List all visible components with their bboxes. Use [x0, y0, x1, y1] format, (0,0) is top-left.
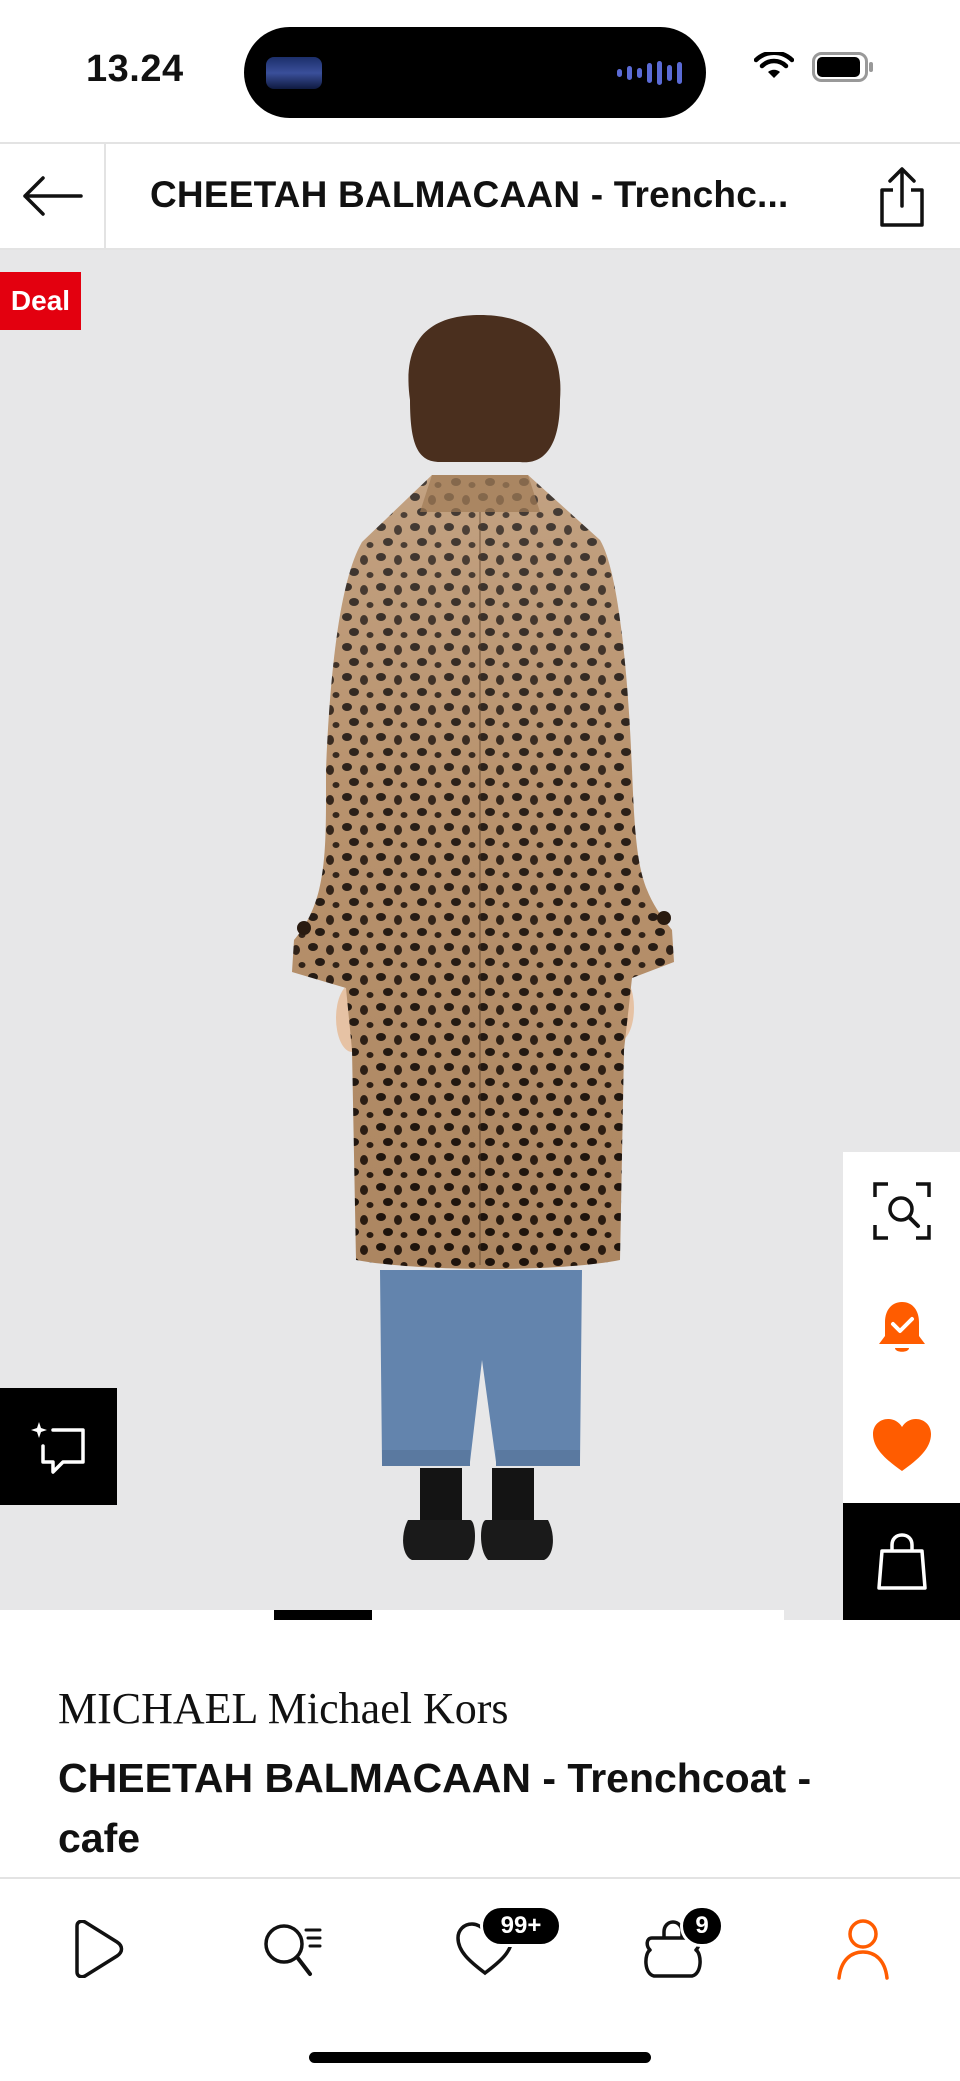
compare-icon: [30, 1421, 85, 1474]
price-alert-icon: [878, 1301, 925, 1352]
wishlist-button[interactable]: [843, 1386, 960, 1503]
price-alert-button[interactable]: [843, 1269, 960, 1386]
gallery-progress-indicator: [274, 1610, 372, 1620]
brand-name[interactable]: MICHAEL Michael Kors: [58, 1683, 509, 1734]
share-button[interactable]: [872, 164, 932, 230]
wishlist-heart-icon: [872, 1418, 931, 1471]
search-icon: [264, 1924, 322, 1976]
product-image-gallery[interactable]: Deal: [0, 250, 960, 1620]
home-play-icon: [75, 1920, 124, 1978]
bag-count-badge: 9: [680, 1905, 724, 1947]
nav-bag[interactable]: 9: [628, 1905, 724, 1989]
status-icons: [754, 52, 874, 82]
share-icon: [880, 167, 924, 227]
audio-wave-icon: [617, 59, 682, 87]
dynamic-island: [244, 27, 706, 118]
now-playing-thumbnail: [266, 57, 322, 89]
product-photo: [292, 315, 674, 1560]
visual-search-icon: [872, 1181, 931, 1240]
product-name: CHEETAH BALMACAAN - Trenchcoat - cafe: [58, 1755, 812, 1861]
bottom-navigation: 99+ 9: [0, 1877, 960, 2081]
back-button[interactable]: [0, 144, 106, 248]
compare-button[interactable]: [0, 1388, 117, 1505]
page-title: CHEETAH BALMACAAN - Trenchc...: [150, 174, 789, 215]
product-action-rail: [843, 1152, 960, 1620]
add-to-bag-icon: [876, 1532, 927, 1590]
nav-profile[interactable]: [818, 1909, 908, 1989]
home-indicator: [309, 2052, 651, 2063]
deal-badge: Deal: [0, 272, 81, 330]
product-header: CHEETAH BALMACAAN - Trenchc...: [0, 142, 960, 250]
status-time: 13.24: [86, 48, 184, 90]
gallery-progress-track: [0, 1610, 784, 1620]
visual-search-button[interactable]: [843, 1152, 960, 1269]
wifi-icon: [754, 52, 794, 78]
battery-icon: [812, 52, 873, 82]
nav-home[interactable]: [52, 1909, 142, 1989]
arrow-left-icon: [23, 176, 83, 216]
profile-icon: [837, 1919, 889, 1980]
nav-wishlist[interactable]: 99+: [440, 1905, 562, 1989]
add-to-bag-button[interactable]: [843, 1503, 960, 1620]
status-bar: 13.24: [0, 0, 960, 142]
wishlist-count-badge: 99+: [480, 1905, 562, 1947]
nav-search[interactable]: [246, 1909, 336, 1989]
